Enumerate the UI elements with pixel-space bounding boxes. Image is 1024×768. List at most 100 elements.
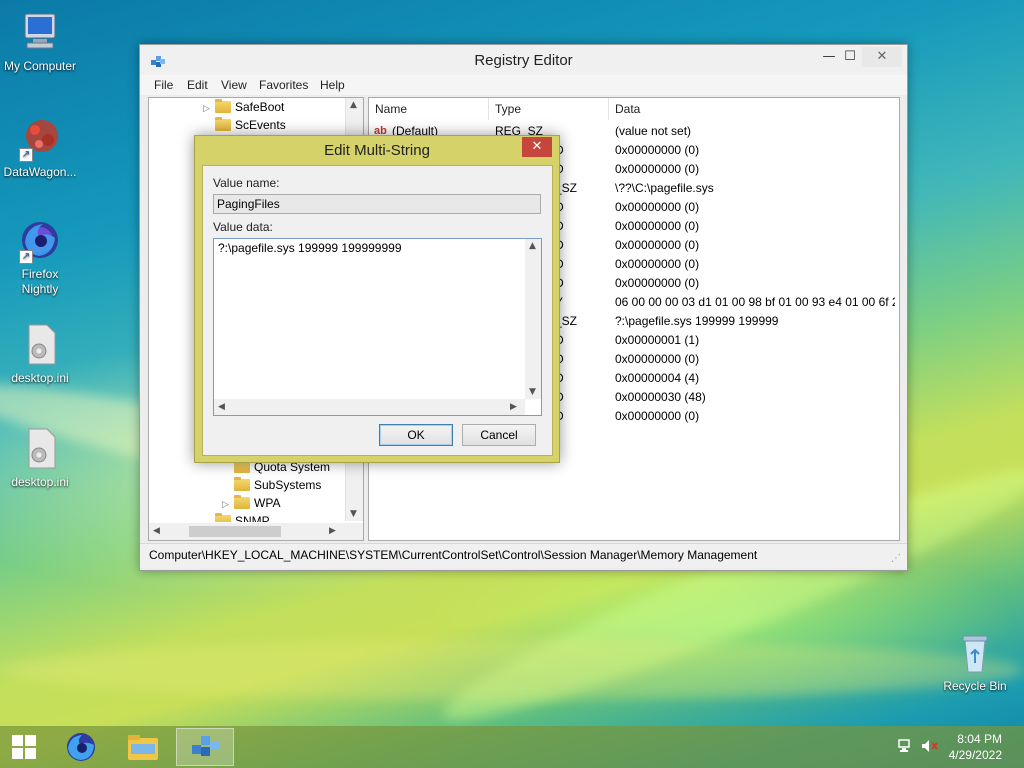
value-data: 0x00000000 (0) (615, 257, 700, 271)
menu-favorites[interactable]: Favorites (259, 78, 308, 92)
close-button[interactable]: ✕ (862, 47, 902, 67)
dialog-body: Value name: PagingFiles Value data: ?:\p… (202, 165, 553, 456)
desktop-icon-recycle-bin[interactable]: Recycle Bin (935, 630, 1015, 694)
desktop-icon-datawagon[interactable]: ↗ DataWagon... (0, 116, 80, 180)
shortcut-arrow-icon: ↗ (19, 250, 33, 264)
datawagon-icon: ↗ (17, 116, 63, 162)
menu-view[interactable]: View (221, 78, 247, 92)
tree-item-safeboot[interactable]: ▷ SafeBoot (203, 98, 284, 116)
value-data-label: Value data: (213, 220, 273, 234)
ok-button[interactable]: OK (379, 424, 453, 446)
tree-item-snmp[interactable]: SNMP (203, 512, 270, 522)
scroll-right-icon[interactable]: ▶ (510, 402, 517, 412)
settings-file-icon (17, 426, 63, 472)
tree-item-scevents[interactable]: ScEvents (203, 116, 286, 134)
expand-arrow-icon[interactable]: ▷ (222, 495, 232, 513)
maximize-button[interactable]: ☐ (837, 47, 863, 67)
status-bar: Computer\HKEY_LOCAL_MACHINE\SYSTEM\Curre… (140, 543, 907, 568)
file-explorer-icon (128, 735, 158, 760)
textarea-horizontal-scrollbar[interactable]: ◀ ▶ (214, 399, 525, 415)
value-data: ?:\pagefile.sys 199999 199999 (615, 314, 779, 328)
resize-grip-icon[interactable]: ⋰ (891, 554, 901, 564)
scroll-left-icon[interactable]: ◀ (218, 402, 225, 412)
taskbar: 8:04 PM 4/29/2022 (0, 726, 1024, 768)
value-data: 0x00000000 (0) (615, 276, 700, 290)
value-data: 0x00000000 (0) (615, 219, 700, 233)
start-button[interactable] (0, 728, 48, 766)
value-name-field[interactable]: PagingFiles (213, 194, 541, 214)
value-data-text: ?:\pagefile.sys 199999 199999999 (218, 241, 402, 255)
value-name-label: Value name: (213, 176, 280, 190)
network-icon[interactable] (898, 739, 914, 753)
scrollbar-thumb[interactable] (189, 526, 281, 537)
taskbar-file-explorer[interactable] (114, 728, 172, 766)
system-clock[interactable]: 8:04 PM 4/29/2022 (949, 731, 1002, 763)
value-data: 0x00000001 (1) (615, 333, 700, 347)
value-data-textarea[interactable]: ?:\pagefile.sys 199999 199999999 ▲ ▼ ◀ ▶ (213, 238, 542, 416)
scroll-down-icon[interactable]: ▼ (350, 509, 357, 519)
start-icon (12, 735, 36, 759)
value-data: \??\C:\pagefile.sys (615, 181, 714, 195)
menu-file[interactable]: File (154, 78, 173, 92)
value-data: 0x00000030 (48) (615, 390, 706, 404)
clock-time: 8:04 PM (957, 732, 1002, 746)
value-data: 0x00000004 (4) (615, 371, 700, 385)
textarea-vertical-scrollbar[interactable]: ▲ ▼ (525, 239, 541, 399)
tree-item-wpa[interactable]: ▷ WPA (222, 494, 280, 512)
desktop-icon-firefox-nightly[interactable]: ↗ Firefox Nightly (0, 218, 80, 297)
folder-icon (215, 513, 231, 522)
desktop-icon-label: DataWagon... (3, 165, 77, 179)
firefox-nightly-icon (67, 733, 95, 761)
menu-edit[interactable]: Edit (187, 78, 208, 92)
computer-icon (17, 10, 63, 56)
settings-file-icon (17, 322, 63, 368)
window-title: Registry Editor (474, 52, 573, 69)
tree-item-label: WPA (254, 496, 281, 510)
value-data: 0x00000000 (0) (615, 143, 700, 157)
scroll-up-icon[interactable]: ▲ (350, 100, 357, 110)
scroll-right-icon[interactable]: ▶ (329, 526, 336, 536)
tree-item-label: SafeBoot (235, 100, 285, 114)
tree-horizontal-scrollbar[interactable]: ◀ ▶ (149, 523, 363, 540)
taskbar-registry-editor[interactable] (176, 728, 234, 766)
registry-key-path: Computer\HKEY_LOCAL_MACHINE\SYSTEM\Curre… (149, 548, 758, 562)
edit-multi-string-dialog[interactable]: Edit Multi-String ✕ Value name: PagingFi… (194, 135, 560, 463)
desktop-icon-label: Firefox Nightly (21, 267, 59, 296)
desktop-icon-desktop-ini-1[interactable]: desktop.ini (0, 322, 80, 386)
column-header-type[interactable]: Type (489, 98, 609, 120)
value-data: 0x00000000 (0) (615, 200, 700, 214)
folder-icon (215, 99, 231, 113)
value-data: 06 00 00 00 03 d1 01 00 98 bf 01 00 93 e… (615, 295, 895, 309)
folder-icon (215, 117, 231, 131)
clock-date: 4/29/2022 (948, 748, 1002, 762)
desktop-icon-label: desktop.ini (11, 475, 69, 489)
expand-arrow-icon[interactable]: ▷ (203, 99, 213, 117)
column-header-name[interactable]: Name (369, 98, 489, 120)
cancel-button[interactable]: Cancel (462, 424, 536, 446)
menu-bar: File Edit View Favorites Help (140, 75, 907, 95)
desktop-icon-label: My Computer (3, 59, 77, 73)
shortcut-arrow-icon: ↗ (19, 148, 33, 162)
desktop-icon-label: desktop.ini (11, 371, 69, 385)
dialog-title: Edit Multi-String (324, 142, 430, 159)
tree-item-subsystems[interactable]: SubSystems (222, 476, 321, 494)
column-header-data[interactable]: Data (609, 98, 899, 120)
desktop-icon-desktop-ini-2[interactable]: desktop.ini (0, 426, 80, 490)
firefox-nightly-icon: ↗ (17, 218, 63, 264)
scroll-left-icon[interactable]: ◀ (153, 526, 160, 536)
recycle-bin-icon (952, 630, 998, 676)
title-bar[interactable]: Registry Editor — ☐ ✕ (140, 45, 907, 75)
scroll-down-icon[interactable]: ▼ (529, 387, 536, 397)
value-data: 0x00000000 (0) (615, 162, 700, 176)
value-data: 0x00000000 (0) (615, 238, 700, 252)
tree-item-label: SubSystems (254, 478, 322, 492)
menu-help[interactable]: Help (320, 78, 345, 92)
value-data: (value not set) (615, 124, 692, 138)
taskbar-firefox-nightly[interactable] (52, 728, 110, 766)
scroll-up-icon[interactable]: ▲ (529, 241, 536, 251)
folder-icon (234, 495, 250, 509)
volume-muted-icon[interactable] (921, 739, 939, 753)
dialog-close-button[interactable]: ✕ (522, 137, 552, 157)
desktop-icon-my-computer[interactable]: My Computer (0, 10, 80, 74)
value-data: 0x00000000 (0) (615, 409, 700, 423)
